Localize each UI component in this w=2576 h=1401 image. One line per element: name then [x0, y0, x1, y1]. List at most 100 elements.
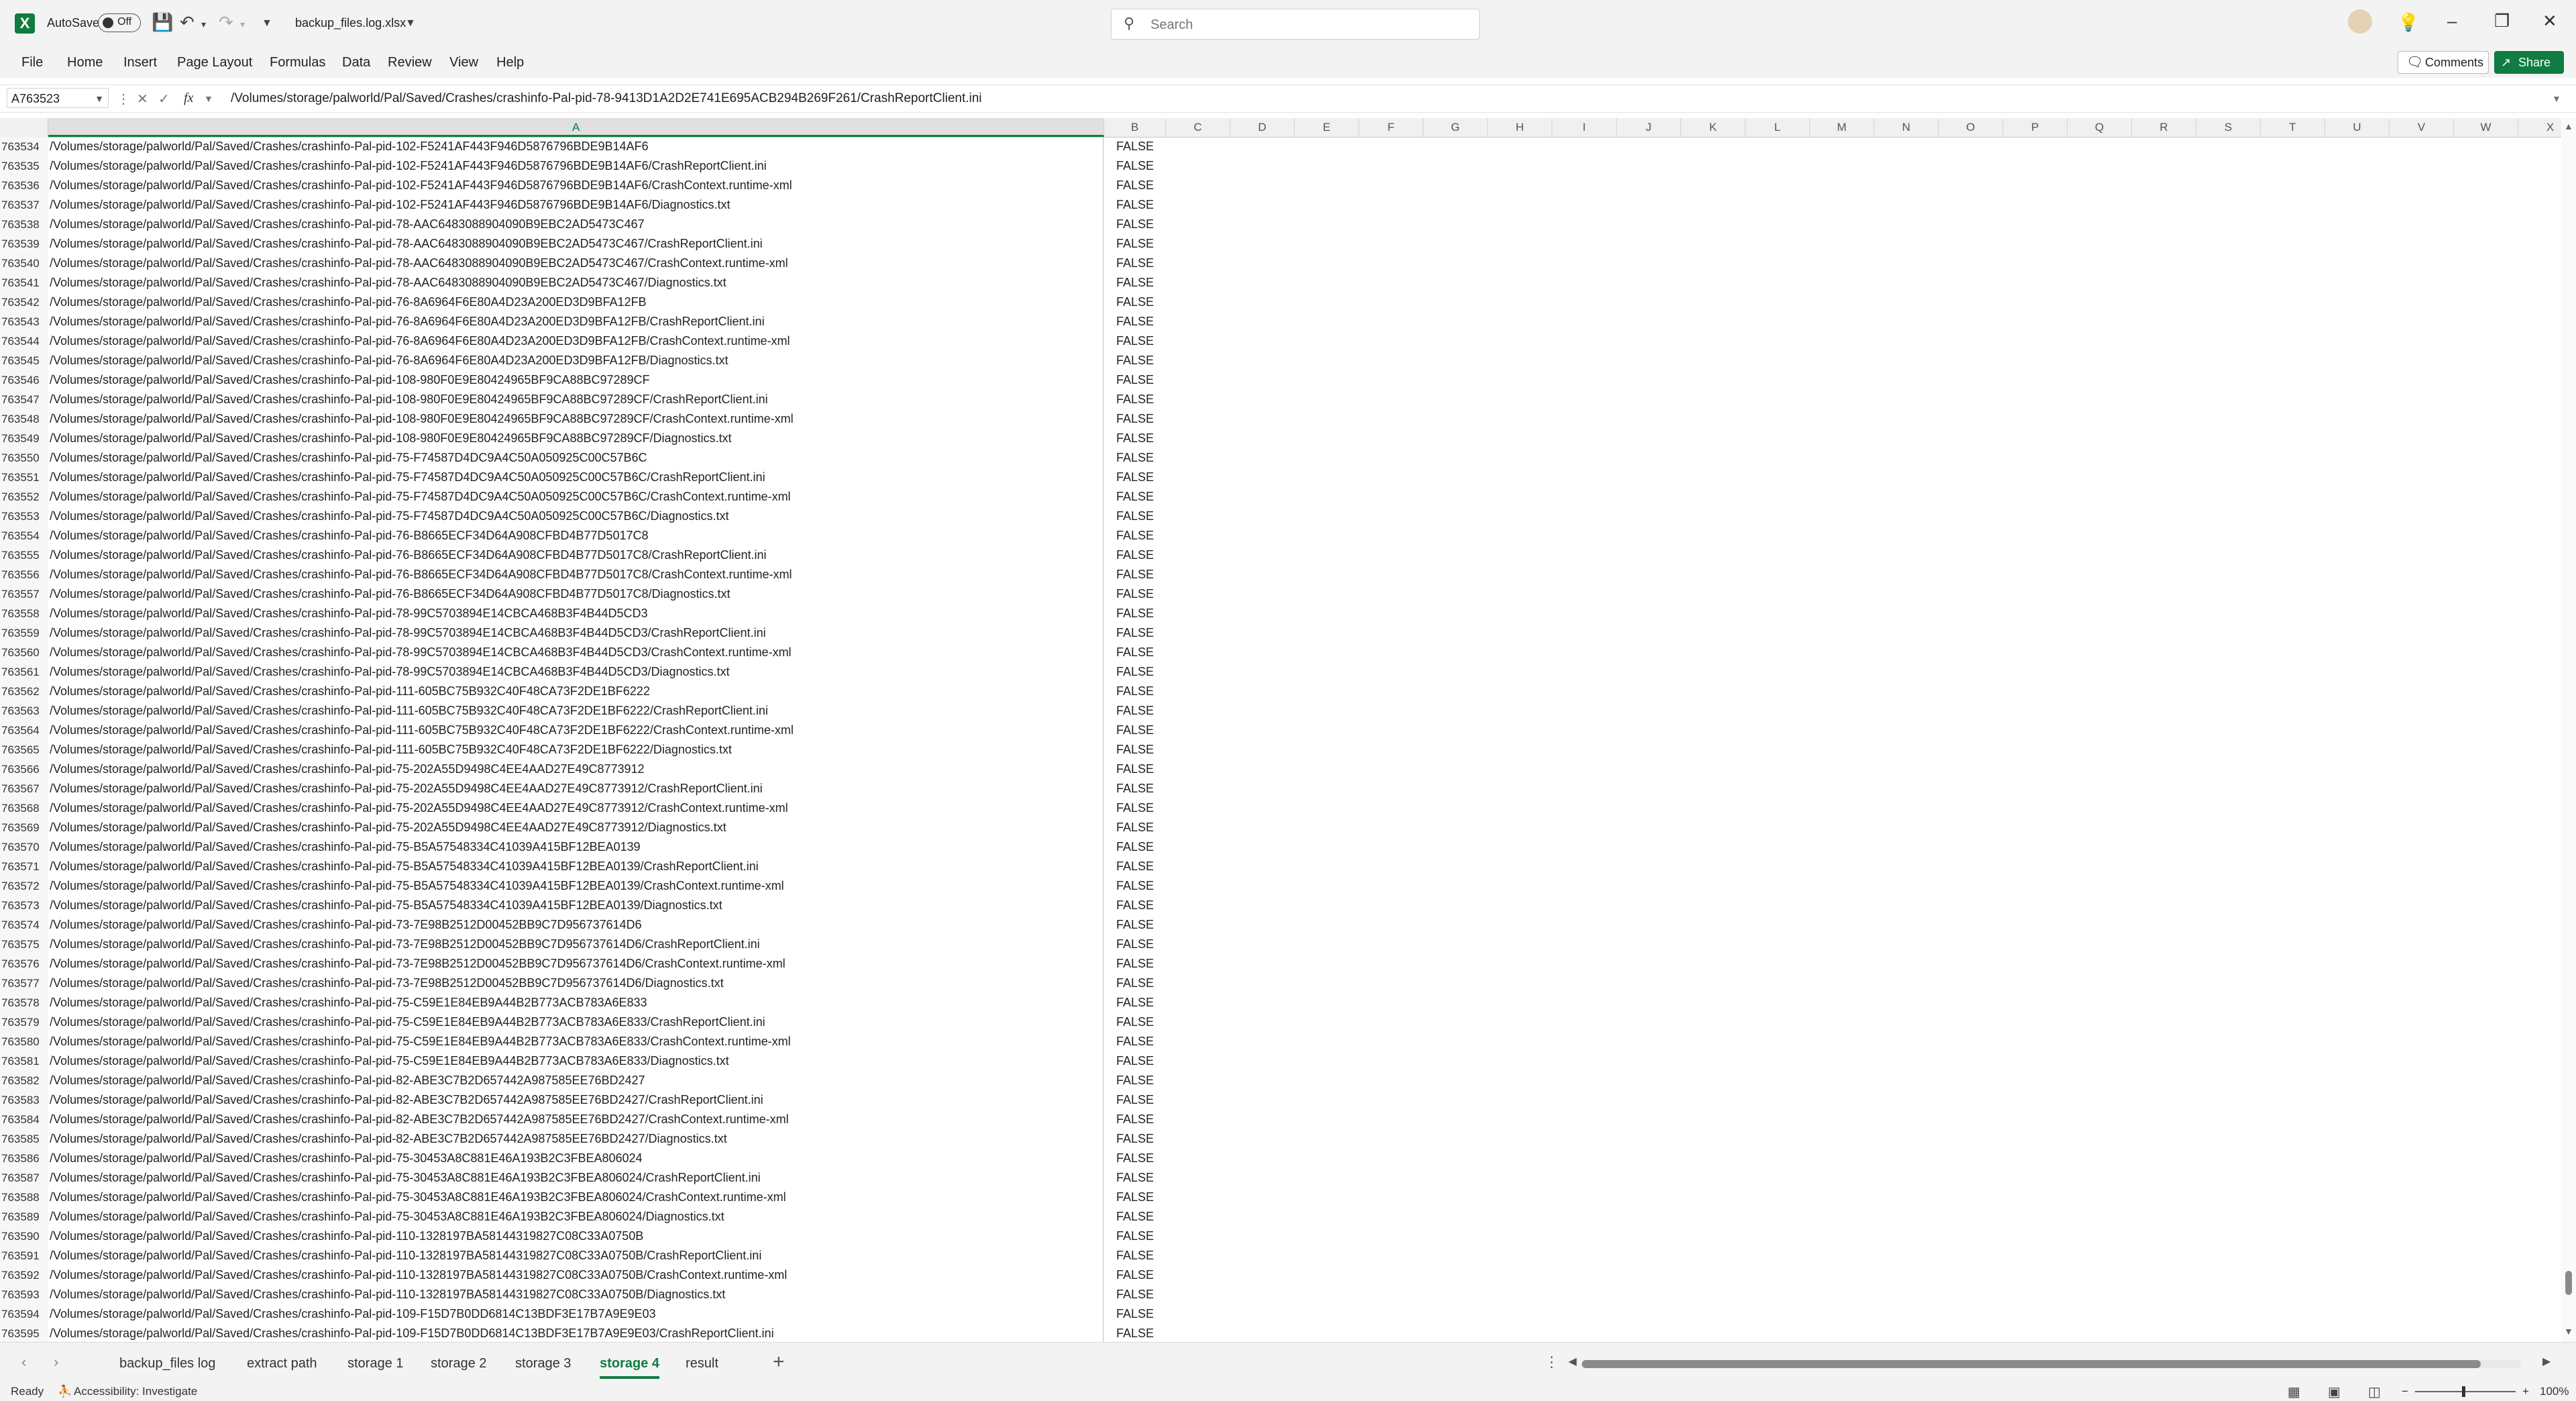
chevron-down-icon[interactable]: ▼ — [95, 89, 104, 109]
cell-b[interactable]: FALSE — [1104, 1149, 1166, 1168]
undo-dropdown-icon[interactable]: ▾ — [201, 19, 206, 30]
tab-data[interactable]: Data — [342, 55, 370, 70]
cell-a[interactable]: /Volumes/storage/palworld/Pal/Saved/Cras… — [50, 779, 763, 798]
row-header[interactable]: 763569 — [0, 818, 48, 837]
cell-a[interactable]: /Volumes/storage/palworld/Pal/Saved/Cras… — [50, 643, 792, 662]
cell-a[interactable]: /Volumes/storage/palworld/Pal/Saved/Cras… — [50, 857, 759, 876]
row-header[interactable]: 763562 — [0, 682, 48, 701]
cell-a[interactable]: /Volumes/storage/palworld/Pal/Saved/Cras… — [50, 1071, 645, 1090]
cell-b[interactable]: FALSE — [1104, 1304, 1166, 1324]
column-header-t[interactable]: T — [2261, 118, 2325, 137]
row-header[interactable]: 763555 — [0, 546, 48, 565]
row-header[interactable]: 763551 — [0, 468, 48, 487]
cell-a[interactable]: /Volumes/storage/palworld/Pal/Saved/Cras… — [50, 1246, 761, 1265]
row-header[interactable]: 763589 — [0, 1207, 48, 1227]
cell-b[interactable]: FALSE — [1104, 468, 1166, 487]
row-header[interactable]: 763580 — [0, 1032, 48, 1051]
row-header[interactable]: 763544 — [0, 331, 48, 351]
chevron-down-icon[interactable]: ▼ — [204, 93, 213, 104]
lightbulb-icon[interactable]: 💡 — [2398, 12, 2419, 33]
cell-a[interactable]: /Volumes/storage/palworld/Pal/Saved/Cras… — [50, 526, 649, 546]
row-header[interactable]: 763568 — [0, 798, 48, 818]
cell-b[interactable]: FALSE — [1104, 565, 1166, 584]
row-header[interactable]: 763593 — [0, 1285, 48, 1304]
zoom-out-icon[interactable]: − — [2402, 1385, 2408, 1398]
row-header[interactable]: 763550 — [0, 448, 48, 468]
share-button[interactable]: ↗ Share — [2494, 51, 2564, 74]
cell-b[interactable]: FALSE — [1104, 1265, 1166, 1285]
cell-b[interactable]: FALSE — [1104, 935, 1166, 954]
restore-icon[interactable]: ❐ — [2494, 11, 2510, 32]
column-header-g[interactable]: G — [1424, 118, 1488, 137]
cell-b[interactable]: FALSE — [1104, 643, 1166, 662]
sheet-tab-storage-4[interactable]: storage 4 — [600, 1356, 659, 1379]
row-header[interactable]: 763557 — [0, 584, 48, 604]
column-header-j[interactable]: J — [1617, 118, 1681, 137]
row-header[interactable]: 763583 — [0, 1090, 48, 1110]
column-header-l[interactable]: L — [1746, 118, 1810, 137]
cell-a[interactable]: /Volumes/storage/palworld/Pal/Saved/Cras… — [50, 1168, 761, 1188]
sheet-tab-storage-3[interactable]: storage 3 — [515, 1356, 571, 1371]
redo-icon[interactable]: ↷ — [219, 12, 233, 33]
cell-b[interactable]: FALSE — [1104, 546, 1166, 565]
search-box[interactable]: ⚲ — [1111, 9, 1480, 40]
row-header[interactable]: 763578 — [0, 993, 48, 1013]
row-header[interactable]: 763584 — [0, 1110, 48, 1129]
cell-b[interactable]: FALSE — [1104, 1285, 1166, 1304]
cell-a[interactable]: /Volumes/storage/palworld/Pal/Saved/Cras… — [50, 1324, 774, 1342]
cell-b[interactable]: FALSE — [1104, 1051, 1166, 1071]
more-options-icon[interactable]: ⋮ — [1544, 1353, 1559, 1371]
row-header[interactable]: 763564 — [0, 721, 48, 740]
cell-a[interactable]: /Volumes/storage/palworld/Pal/Saved/Cras… — [50, 1013, 765, 1032]
column-header-k[interactable]: K — [1681, 118, 1746, 137]
row-header[interactable]: 763565 — [0, 740, 48, 760]
cell-b[interactable]: FALSE — [1104, 1188, 1166, 1207]
row-header[interactable]: 763543 — [0, 312, 48, 331]
row-header[interactable]: 763575 — [0, 935, 48, 954]
cell-a[interactable]: /Volumes/storage/palworld/Pal/Saved/Cras… — [50, 546, 767, 565]
row-header[interactable]: 763585 — [0, 1129, 48, 1149]
cell-a[interactable]: /Volumes/storage/palworld/Pal/Saved/Cras… — [50, 331, 790, 351]
column-header-a[interactable]: A — [48, 118, 1104, 137]
cancel-icon[interactable]: ✕ — [137, 91, 148, 107]
column-header-h[interactable]: H — [1488, 118, 1552, 137]
cell-a[interactable]: /Volumes/storage/palworld/Pal/Saved/Cras… — [50, 273, 727, 293]
minimize-icon[interactable]: – — [2447, 11, 2457, 32]
scroll-left-icon[interactable]: ◀ — [1568, 1355, 1576, 1368]
cell-b[interactable]: FALSE — [1104, 604, 1166, 623]
column-header-b[interactable]: B — [1104, 118, 1166, 137]
next-sheet-icon[interactable]: › — [54, 1353, 58, 1371]
cell-a[interactable]: /Volumes/storage/palworld/Pal/Saved/Cras… — [50, 1149, 643, 1168]
cell-b[interactable]: FALSE — [1104, 896, 1166, 915]
row-header[interactable]: 763553 — [0, 507, 48, 526]
row-header[interactable]: 763559 — [0, 623, 48, 643]
row-header[interactable]: 763586 — [0, 1149, 48, 1168]
column-header-s[interactable]: S — [2196, 118, 2261, 137]
cell-a[interactable]: /Volumes/storage/palworld/Pal/Saved/Cras… — [50, 409, 794, 429]
zoom-in-icon[interactable]: + — [2522, 1385, 2529, 1398]
cell-a[interactable]: /Volumes/storage/palworld/Pal/Saved/Cras… — [50, 935, 760, 954]
cell-b[interactable]: FALSE — [1104, 156, 1166, 176]
tab-file[interactable]: File — [21, 55, 43, 70]
column-header-q[interactable]: Q — [2068, 118, 2132, 137]
cell-a[interactable]: /Volumes/storage/palworld/Pal/Saved/Cras… — [50, 1285, 725, 1304]
cell-a[interactable]: /Volumes/storage/palworld/Pal/Saved/Cras… — [50, 740, 732, 760]
chevron-down-icon[interactable]: ▼ — [405, 17, 416, 30]
column-header-n[interactable]: N — [1874, 118, 1939, 137]
cell-b[interactable]: FALSE — [1104, 1324, 1166, 1342]
row-header[interactable]: 763567 — [0, 779, 48, 798]
column-header-x[interactable]: X — [2518, 118, 2561, 137]
cell-a[interactable]: /Volumes/storage/palworld/Pal/Saved/Cras… — [50, 721, 794, 740]
horizontal-scroll-thumb[interactable] — [1582, 1360, 2481, 1368]
insert-function-icon[interactable]: fx — [184, 91, 193, 106]
row-header[interactable]: 763554 — [0, 526, 48, 546]
cell-b[interactable]: FALSE — [1104, 1129, 1166, 1149]
row-header[interactable]: 763573 — [0, 896, 48, 915]
row-header[interactable]: 763539 — [0, 234, 48, 254]
cell-a[interactable]: /Volumes/storage/palworld/Pal/Saved/Cras… — [50, 623, 766, 643]
cell-a[interactable]: /Volumes/storage/palworld/Pal/Saved/Cras… — [50, 604, 648, 623]
row-header[interactable]: 763574 — [0, 915, 48, 935]
row-header[interactable]: 763592 — [0, 1265, 48, 1285]
add-sheet-icon[interactable]: + — [773, 1351, 785, 1373]
row-header[interactable]: 763579 — [0, 1013, 48, 1032]
